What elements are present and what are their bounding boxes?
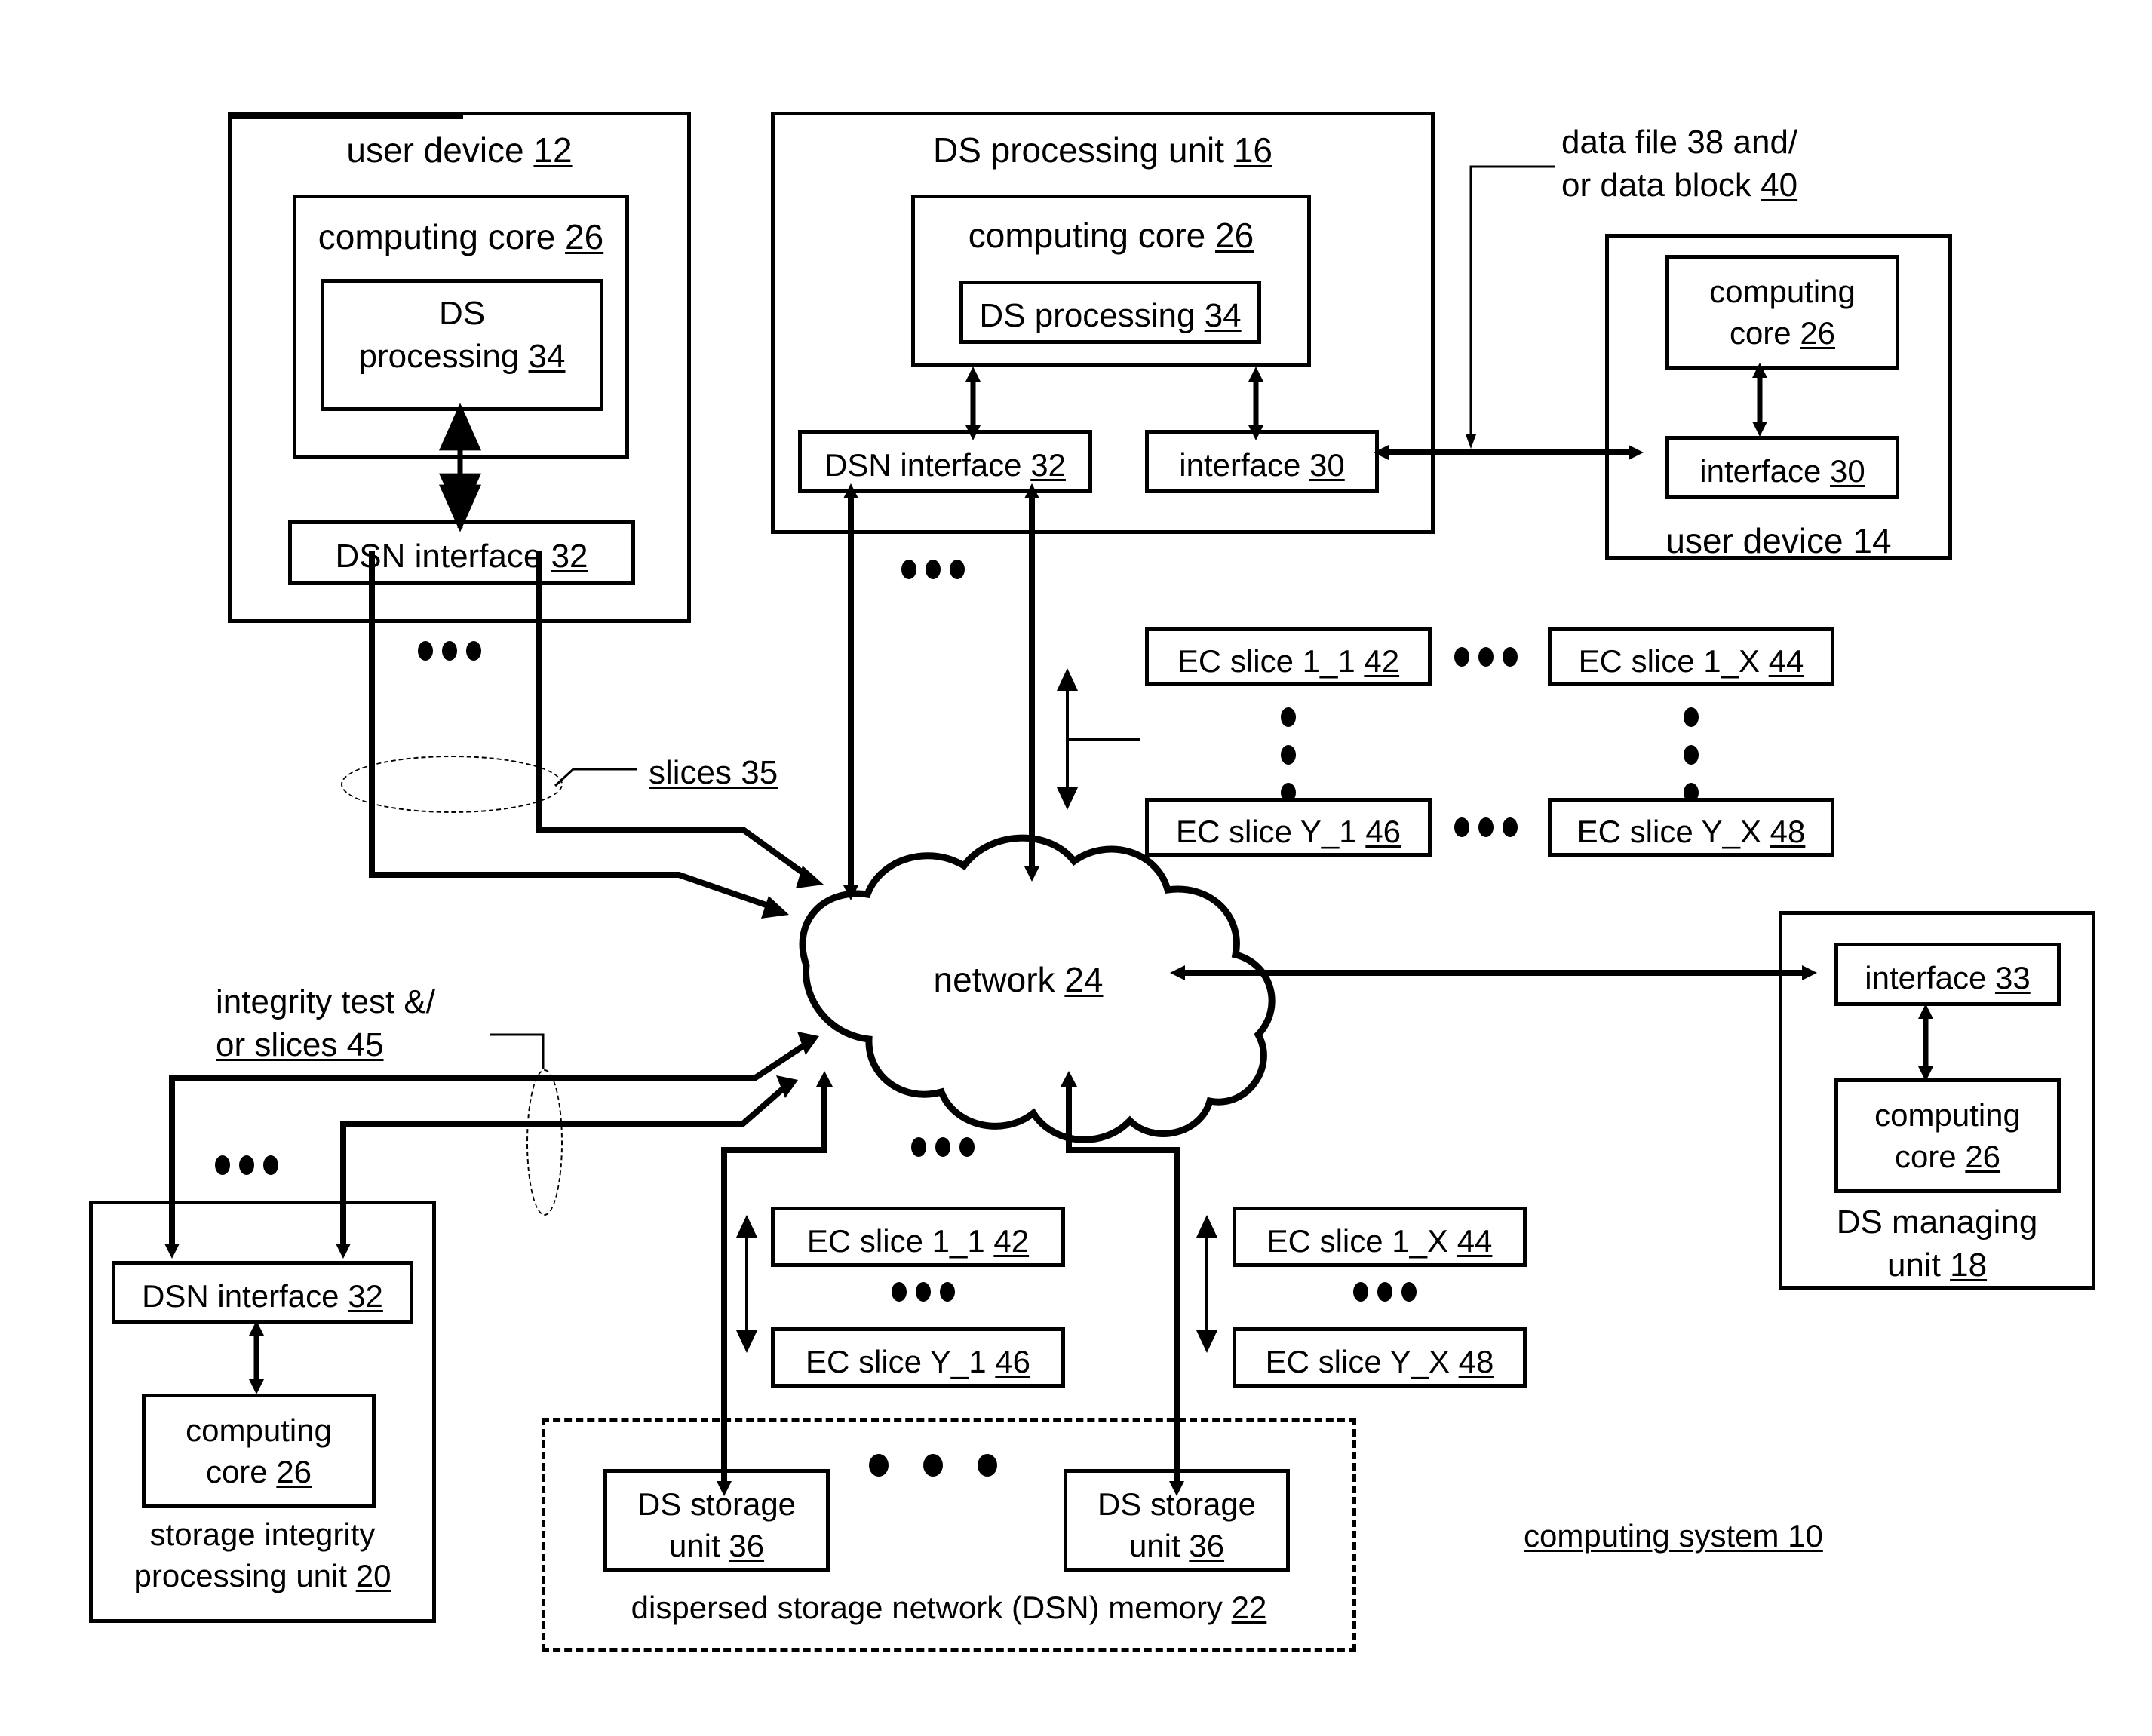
ec-slice-y-1-46-bottom-label: EC slice Y_1 46 <box>771 1342 1065 1383</box>
integrity-test-45-label: integrity test &/ or slices 45 <box>216 980 435 1066</box>
ellipsis-unit20-lines <box>215 1155 287 1175</box>
data-file-38-line1: data file 38 and/ <box>1561 124 1798 161</box>
ds-processing-unit-16-title: DS processing unit 16 <box>771 128 1435 173</box>
integrity-test-45-line1: integrity test &/ <box>216 983 436 1020</box>
dsn-interface-32-unit20-label: DSN interface 32 <box>112 1276 413 1317</box>
ds-processing-34-ud12-line2: processing 34 <box>358 338 566 376</box>
ds-storage-unit-36-right-label: DS storage unit 36 <box>1064 1484 1290 1566</box>
user-device-12-title-text: user device 12 <box>346 130 573 170</box>
computing-core-26-ud14-line1: computing <box>1709 274 1856 309</box>
storage-integrity-unit-20-title: storage integrity processing unit 20 <box>89 1514 436 1596</box>
interface-30-ds16-label: interface 30 <box>1145 445 1379 486</box>
ec-slice-y-x-48-bottom-label: EC slice Y_X 48 <box>1233 1342 1527 1383</box>
figure-title-text: computing system 10 <box>1524 1518 1823 1554</box>
ec-slice-1-x-44-bottom-text: EC slice 1_X 44 <box>1266 1223 1493 1259</box>
interface-30-ds16-text: interface 30 <box>1179 447 1345 483</box>
ec-slice-y-x-48-top-label: EC slice Y_X 48 <box>1548 811 1834 853</box>
dsn-interface-32-unit20-text: DSN interface 32 <box>142 1278 383 1314</box>
ec-slice-y-1-46-top-label: EC slice Y_1 46 <box>1145 811 1432 853</box>
dsn-memory-22-title: dispersed storage network (DSN) memory 2… <box>542 1587 1356 1629</box>
ds-processing-34-ds16-text: DS processing 34 <box>979 297 1242 334</box>
dsn-interface-32-ds16-label: DSN interface 32 <box>798 445 1092 486</box>
ellipsis-top-row2 <box>1454 817 1527 837</box>
ds-processing-34-ud12-label: DS processing 34 <box>321 292 603 378</box>
ellipsis-ds16-lines <box>901 560 974 579</box>
computing-core-26-unit20-line1: computing <box>186 1412 332 1448</box>
patent-figure-canvas: user device 12 computing core 26 DS proc… <box>0 0 2152 1736</box>
data-file-38-label: data file 38 and/ or data block 40 <box>1561 121 1797 207</box>
computing-core-26-ds16-text: computing core 26 <box>968 216 1254 255</box>
computing-core-26-ud12-text: computing core 26 <box>318 217 604 256</box>
dsn-interface-32-ud12-text: DSN interface 32 <box>335 538 588 575</box>
ellipsis-bottom-col-right <box>1353 1282 1426 1302</box>
ds-processing-unit-16-title-text: DS processing unit 16 <box>932 130 1273 170</box>
ds-storage-unit-36-right-line2: unit 36 <box>1128 1527 1225 1563</box>
ds-processing-34-ds16-label: DS processing 34 <box>959 294 1261 337</box>
computing-core-26-dsmu18-line1: computing <box>1874 1097 2021 1133</box>
ellipsis-dsn-memory <box>869 1454 997 1477</box>
computing-core-26-ds16-label: computing core 26 <box>911 213 1311 259</box>
slices-35-label: slices 35 <box>649 751 778 794</box>
integrity-test-45-line2: or slices 45 <box>216 1026 384 1064</box>
ec-slice-y-1-46-bottom-text: EC slice Y_1 46 <box>805 1344 1031 1379</box>
ellipsis-ud12-lines <box>418 641 490 661</box>
dsn-interface-32-ds16-text: DSN interface 32 <box>824 447 1066 483</box>
storage-integrity-unit-20-line2: processing unit 20 <box>134 1557 391 1593</box>
computing-core-26-ud14-line2: core 26 <box>1729 314 1836 351</box>
ec-slice-1-x-44-top-label: EC slice 1_X 44 <box>1548 641 1834 682</box>
computing-core-26-dsmu18-line2: core 26 <box>1894 1138 2001 1174</box>
ds-managing-unit-18-line2: unit 18 <box>1886 1247 1988 1284</box>
ec-slice-1-1-42-top-label: EC slice 1_1 42 <box>1145 641 1432 682</box>
ec-slice-1-x-44-top-text: EC slice 1_X 44 <box>1578 643 1804 679</box>
ds-storage-unit-36-left-line1: DS storage <box>637 1486 797 1522</box>
interface-30-ud14-text: interface 30 <box>1699 453 1865 489</box>
ec-slice-1-1-42-bottom-text: EC slice 1_1 42 <box>806 1223 1030 1259</box>
interface-33-text: interface 33 <box>1865 960 2031 995</box>
computing-core-26-dsmu18-label: computing core 26 <box>1834 1095 2061 1177</box>
interface-30-ud14-label: interface 30 <box>1665 451 1899 492</box>
integrity-45-callout-ellipse <box>526 1069 563 1216</box>
user-device-12-title: user device 12 <box>228 128 691 173</box>
network-24-text: network 24 <box>933 960 1104 999</box>
ec-slice-y-1-46-top-text: EC slice Y_1 46 <box>1175 814 1401 849</box>
ec-slice-1-1-42-top-text: EC slice 1_1 42 <box>1177 643 1400 679</box>
data-file-38-line2: or data block 40 <box>1561 167 1798 204</box>
ds-storage-unit-36-left-label: DS storage unit 36 <box>603 1484 830 1566</box>
ellipsis-bottom-col-left <box>892 1282 964 1302</box>
user-device-14-title-text: user device 14 <box>1665 521 1892 560</box>
ellipsis-cloud-bottom <box>911 1137 984 1157</box>
ds-storage-unit-36-left-line2: unit 36 <box>668 1527 765 1563</box>
computing-core-26-ud14-label: computing core 26 <box>1665 271 1899 354</box>
network-24-label: network 24 <box>860 958 1177 1003</box>
ec-slice-y-x-48-bottom-text: EC slice Y_X 48 <box>1265 1344 1494 1379</box>
ds-managing-unit-18-title: DS managing unit 18 <box>1779 1201 2095 1287</box>
computing-core-26-unit20-line2: core 26 <box>205 1453 312 1489</box>
storage-integrity-unit-20-line1: storage integrity <box>149 1517 376 1552</box>
interface-33-label: interface 33 <box>1834 958 2061 999</box>
figure-title: computing system 10 <box>1524 1516 1823 1557</box>
user-device-14-title: user device 14 <box>1605 519 1952 564</box>
dsn-interface-32-ud12-label: DSN interface 32 <box>288 535 635 578</box>
ec-slice-y-x-48-top-text: EC slice Y_X 48 <box>1576 814 1806 849</box>
dsn-memory-22-title-text: dispersed storage network (DSN) memory 2… <box>631 1590 1267 1625</box>
ec-slice-1-x-44-bottom-label: EC slice 1_X 44 <box>1233 1221 1527 1262</box>
slices-35-text: slices 35 <box>649 754 778 791</box>
ds-managing-unit-18-line1: DS managing <box>1836 1204 2038 1241</box>
computing-core-26-unit20-label: computing core 26 <box>142 1410 376 1492</box>
slices-35-callout-ellipse <box>341 756 563 813</box>
ds-storage-unit-36-right-line1: DS storage <box>1097 1486 1257 1522</box>
computing-core-26-ud12-label: computing core 26 <box>293 215 629 260</box>
ds-processing-34-ud12-line1: DS <box>438 295 486 332</box>
ellipsis-top-row1 <box>1454 647 1527 667</box>
ec-slice-1-1-42-bottom-label: EC slice 1_1 42 <box>771 1221 1065 1262</box>
